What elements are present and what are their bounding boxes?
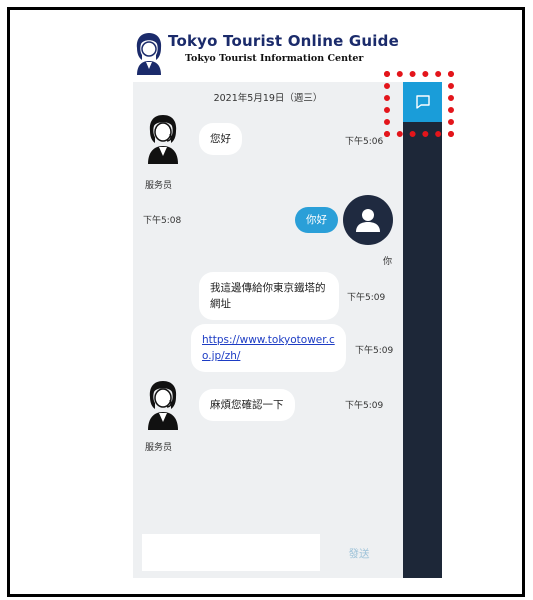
message-sender: 服务员 (145, 443, 173, 453)
user-avatar-icon (343, 195, 393, 245)
message-time: 下午5:09 (347, 293, 386, 303)
agent-avatar-icon (148, 381, 178, 430)
site-header: Tokyo Tourist Online Guide Tokyo Tourist… (130, 27, 400, 79)
person-icon (356, 209, 380, 232)
message-time: 下午5:08 (143, 216, 182, 226)
message-sender: 服务员 (145, 181, 173, 191)
message-text: 您好 (210, 133, 231, 145)
right-sidebar (403, 82, 442, 578)
chat-panel: 2021年5月19日（週三） 服务员 您好 下午5:06 下午5:08 你好 你… (133, 82, 403, 578)
message-text: 我這邊傳給你東京鐵塔的網址 (210, 282, 326, 310)
highlight-annotation (384, 71, 454, 137)
agent-avatar-icon (148, 115, 178, 164)
message-link[interactable]: https://www.tokyotower.co.jp/zh/ (202, 334, 335, 362)
chat-date: 2021年5月19日（週三） (213, 93, 323, 104)
send-button[interactable]: 發送 (327, 538, 391, 568)
agent-message-bubble: 您好 (199, 123, 242, 155)
agent-message-bubble: https://www.tokyotower.co.jp/zh/ (191, 324, 346, 372)
message-text: 麻煩您確認一下 (210, 399, 284, 411)
message-time: 下午5:06 (345, 137, 384, 147)
user-message-bubble: 你好 (295, 207, 338, 233)
agent-message-bubble: 我這邊傳給你東京鐵塔的網址 (199, 272, 339, 320)
agent-message-bubble: 麻煩您確認一下 (199, 389, 295, 421)
site-subtitle: Tokyo Tourist Information Center (185, 53, 364, 64)
message-time: 下午5:09 (355, 346, 394, 356)
message-input[interactable] (142, 534, 320, 571)
message-sender: 你 (383, 257, 393, 267)
message-time: 下午5:09 (345, 401, 384, 411)
message-text: 你好 (306, 214, 327, 226)
logo-icon (136, 33, 162, 75)
site-title: Tokyo Tourist Online Guide (168, 32, 399, 50)
